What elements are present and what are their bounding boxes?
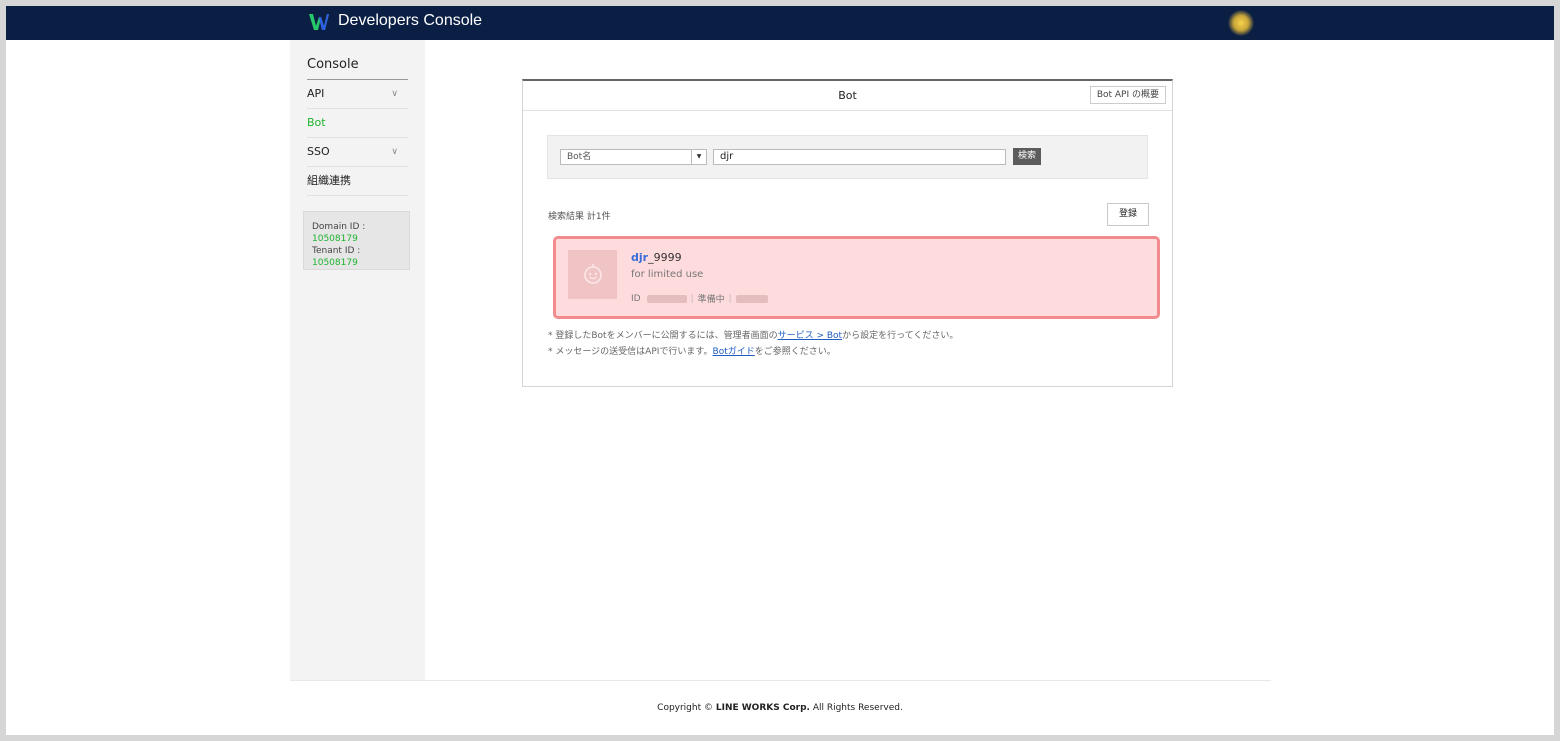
bot-face-icon xyxy=(584,264,602,284)
service-bot-link[interactable]: サービス > Bot xyxy=(778,331,842,341)
chevron-down-icon: ∨ xyxy=(391,147,398,157)
bot-thumbnail xyxy=(568,250,617,299)
sidebar-title: Console xyxy=(307,57,359,72)
register-button[interactable]: 登録 xyxy=(1107,203,1149,226)
note-api: * メッセージの送受信はAPIで行います。Botガイドをご参照ください。 xyxy=(548,344,836,357)
top-navigation-bar: Developers Console xyxy=(6,6,1554,40)
page-title: Bot xyxy=(838,89,857,102)
caret-down-icon: ▼ xyxy=(691,150,706,164)
footer-divider xyxy=(290,680,1271,681)
meta-separator: | xyxy=(690,293,694,304)
bot-date-redacted xyxy=(735,294,768,303)
result-count: 検索結果 計1件 xyxy=(548,212,611,222)
sidebar-item-label: SSO xyxy=(307,145,330,158)
tenant-id-value: 10508179 xyxy=(312,258,358,268)
user-avatar[interactable] xyxy=(1228,10,1254,36)
bot-id-label: ID xyxy=(631,293,641,304)
chevron-down-icon: ∨ xyxy=(391,89,398,99)
note-text: から設定を行ってください。 xyxy=(842,331,959,341)
bot-name-highlight: djr xyxy=(631,251,649,264)
bot-id-redacted xyxy=(646,294,687,303)
note-text: をご参照ください。 xyxy=(754,347,836,357)
sidebar-item-bot[interactable]: Bot xyxy=(307,109,408,138)
search-input[interactable]: djr xyxy=(713,149,1006,165)
sidebar-item-api[interactable]: API ∨ xyxy=(307,80,408,109)
meta-separator: | xyxy=(728,293,732,304)
search-field-select[interactable]: Bot名 ▼ xyxy=(560,149,707,165)
note-text: * 登録したBotをメンバーに公開するには、管理者画面の xyxy=(548,331,778,341)
note-publish: * 登録したBotをメンバーに公開するには、管理者画面のサービス > Botから… xyxy=(548,328,958,341)
sidebar-item-label: Bot xyxy=(307,116,326,129)
sidebar-item-organization-link[interactable]: 組織連携 xyxy=(307,167,408,196)
bot-name[interactable]: djr_9999 xyxy=(631,251,682,264)
line-works-logo-icon[interactable] xyxy=(308,11,330,33)
copyright-suffix: All Rights Reserved. xyxy=(809,703,903,713)
select-value: Bot名 xyxy=(567,152,592,162)
company-name: LINE WORKS Corp. xyxy=(715,703,810,713)
bot-panel: Bot Bot API の概要 Bot名 ▼ djr 検索 検索結果 計1件 登… xyxy=(522,79,1173,387)
bot-name-rest: _9999 xyxy=(648,251,682,264)
bot-status: 準備中 xyxy=(697,295,725,305)
sidebar-item-label: API xyxy=(307,87,325,100)
bot-guide-link[interactable]: Botガイド xyxy=(713,347,755,357)
search-button[interactable]: 検索 xyxy=(1013,148,1041,165)
copyright-prefix: Copyright © xyxy=(657,703,716,713)
app-title[interactable]: Developers Console xyxy=(338,12,482,30)
browser-viewport: Developers Console Console API ∨ Bot SSO… xyxy=(6,6,1554,735)
bot-description: for limited use xyxy=(631,269,704,280)
sidebar: Console API ∨ Bot SSO ∨ 組織連携 Domain ID :… xyxy=(290,40,425,680)
bot-meta: ID | 準備中 | xyxy=(631,292,768,305)
panel-header: Bot Bot API の概要 xyxy=(523,81,1172,111)
domain-id-value: 10508179 xyxy=(312,234,358,244)
copyright: Copyright © LINE WORKS Corp. All Rights … xyxy=(6,703,1554,713)
bot-list-item[interactable]: djr_9999 for limited use ID | 準備中 | xyxy=(553,236,1160,319)
sidebar-item-sso[interactable]: SSO ∨ xyxy=(307,138,408,167)
bot-api-overview-button[interactable]: Bot API の概要 xyxy=(1089,86,1166,104)
domain-id-label: Domain ID : xyxy=(312,222,366,232)
tenant-id-label: Tenant ID : xyxy=(312,246,361,256)
note-text: * メッセージの送受信はAPIで行います。 xyxy=(548,347,713,357)
sidebar-item-label: 組織連携 xyxy=(307,174,351,187)
search-area: Bot名 ▼ djr 検索 xyxy=(547,135,1148,179)
domain-info-box: Domain ID : 10508179 Tenant ID : 1050817… xyxy=(303,211,410,270)
tenant-id-row: Tenant ID : 10508179 xyxy=(312,245,401,269)
